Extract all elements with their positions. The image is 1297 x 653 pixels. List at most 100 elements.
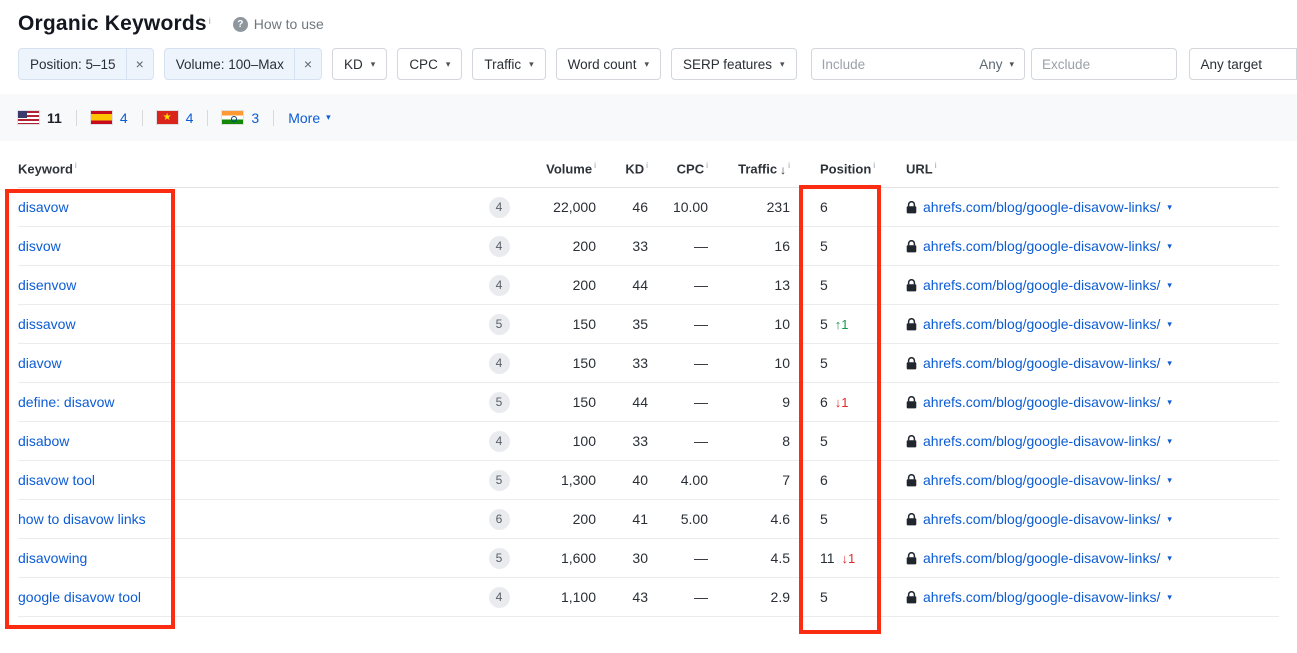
lock-icon [906,200,917,214]
include-input[interactable]: Include Any ▾ [810,48,1026,80]
url-dropdown-caret-icon[interactable]: ▾ [1167,319,1172,330]
column-header-volume-label: Volume [546,161,593,177]
url-link[interactable]: ahrefs.com/blog/google-disavow-links/ [923,316,1160,332]
filter-dropdown-word-count[interactable]: Word count ▾ [555,48,661,80]
column-header-url[interactable]: URL i [902,160,1279,176]
filter-dropdown-kd-label: KD [344,56,363,72]
keyword-link[interactable]: disvow [18,238,61,254]
serp-features-badge: 4 [488,196,510,218]
column-header-position[interactable]: Position i [802,160,902,176]
url-link[interactable]: ahrefs.com/blog/google-disavow-links/ [923,355,1160,371]
filter-chip-volume-close-icon[interactable]: × [293,49,321,79]
keyword-link[interactable]: diavow [18,355,62,371]
traffic-cell: 9 [782,394,790,410]
url-dropdown-caret-icon[interactable]: ▾ [1167,475,1172,486]
chevron-down-icon: ▾ [644,58,649,69]
filter-dropdown-traffic[interactable]: Traffic ▾ [472,48,546,80]
page-title: Organic Keywords i [18,12,211,36]
country-tab-us[interactable]: 11 [18,110,62,126]
keyword-cell: google disavow tool [18,589,468,605]
filter-chip-position-close-icon[interactable]: × [125,49,153,79]
cpc-cell: — [694,238,708,254]
volume-cell: 200 [572,238,596,254]
filter-dropdown-cpc[interactable]: CPC ▾ [397,48,463,80]
url-dropdown-caret-icon[interactable]: ▾ [1167,280,1172,291]
url-cell: ahrefs.com/blog/google-disavow-links/ ▾ [902,355,1279,371]
column-header-traffic[interactable]: Traffic ↓ i [720,160,802,176]
keyword-link[interactable]: disabow [18,433,69,449]
include-mode-select[interactable]: Any ▾ [979,57,1014,72]
target-select[interactable]: Any target [1189,48,1297,80]
serp-features-badge: 4 [488,430,510,452]
serp-features-badge: 4 [488,352,510,374]
include-placeholder: Include [821,56,866,72]
url-dropdown-caret-icon[interactable]: ▾ [1167,514,1172,525]
url-link[interactable]: ahrefs.com/blog/google-disavow-links/ [923,277,1160,293]
country-tab-us-count: 11 [47,109,62,126]
filter-chip-volume[interactable]: Volume: 100–Max × [163,48,323,80]
column-header-keyword[interactable]: Keyword i [18,160,468,176]
keyword-link[interactable]: dissavow [18,316,76,332]
url-link[interactable]: ahrefs.com/blog/google-disavow-links/ [923,199,1160,215]
url-cell: ahrefs.com/blog/google-disavow-links/ ▾ [902,277,1279,293]
url-cell: ahrefs.com/blog/google-disavow-links/ ▾ [902,199,1279,215]
filter-dropdown-kd[interactable]: KD ▾ [332,48,388,80]
url-link[interactable]: ahrefs.com/blog/google-disavow-links/ [923,394,1160,410]
country-tab-vn[interactable]: 4 [156,110,193,126]
url-link[interactable]: ahrefs.com/blog/google-disavow-links/ [923,238,1160,254]
filter-dropdown-serp-features-label: SERP features [682,56,773,72]
url-link[interactable]: ahrefs.com/blog/google-disavow-links/ [923,472,1160,488]
keyword-link[interactable]: how to disavow links [18,511,146,527]
exclude-input[interactable]: Exclude [1031,48,1178,80]
url-link[interactable]: ahrefs.com/blog/google-disavow-links/ [923,433,1160,449]
filter-chip-position-label: Position: 5–15 [30,56,116,72]
url-dropdown-caret-icon[interactable]: ▾ [1167,358,1172,369]
cpc-cell: 10.00 [672,199,708,215]
more-countries-button[interactable]: More ▾ [288,110,330,126]
kd-cell: 43 [632,589,648,605]
keyword-link[interactable]: google disavow tool [18,589,141,605]
url-link[interactable]: ahrefs.com/blog/google-disavow-links/ [923,550,1160,566]
column-header-traffic-label: Traffic [738,161,778,177]
url-dropdown-caret-icon[interactable]: ▾ [1167,553,1172,564]
info-icon: i [74,160,77,171]
url-dropdown-caret-icon[interactable]: ▾ [1167,241,1172,252]
tab-divider [207,109,209,126]
url-link[interactable]: ahrefs.com/blog/google-disavow-links/ [923,511,1160,527]
filter-chip-position[interactable]: Position: 5–15 × [18,48,154,80]
lock-icon [906,356,917,370]
volume-cell: 100 [572,433,596,449]
keyword-cell: dissavow [18,316,468,332]
keyword-link[interactable]: define: disavow [18,394,115,410]
url-dropdown-caret-icon[interactable]: ▾ [1167,397,1172,408]
url-dropdown-caret-icon[interactable]: ▾ [1167,592,1172,603]
url-cell: ahrefs.com/blog/google-disavow-links/ ▾ [902,316,1279,332]
info-icon: i [706,160,708,171]
keyword-link[interactable]: disavow tool [18,472,95,488]
traffic-cell: 7 [782,472,790,488]
filter-dropdown-serp-features[interactable]: SERP features ▾ [670,48,797,80]
url-dropdown-caret-icon[interactable]: ▾ [1167,202,1172,213]
keyword-link[interactable]: disavowing [18,550,87,566]
url-link[interactable]: ahrefs.com/blog/google-disavow-links/ [923,589,1160,605]
country-tab-es[interactable]: 4 [90,110,128,126]
vn-flag-icon [156,111,178,124]
table-row: disavowing 5 1,600 30 — 4.5 11 ↓1 ahrefs… [18,539,1279,578]
traffic-cell: 16 [774,238,790,254]
table-row: google disavow tool 4 1,100 43 — 2.9 5 a… [18,578,1279,617]
lock-icon [906,239,917,253]
column-header-kd[interactable]: KD i [608,160,660,176]
table-row: define: disavow 5 150 44 — 9 6 ↓1 ahrefs… [18,383,1279,422]
serp-cell: 5 [468,391,530,413]
how-to-use-link[interactable]: ? How to use [232,16,324,32]
country-tabs: 11 4 4 3 More ▾ [0,94,1297,141]
cpc-cell: — [694,277,708,293]
keyword-link[interactable]: disavow [18,199,69,215]
column-header-volume[interactable]: Volume i [530,160,608,176]
column-header-cpc[interactable]: CPC i [660,160,720,176]
keyword-link[interactable]: disenvow [18,277,76,293]
country-tab-in[interactable]: 3 [222,110,259,126]
url-dropdown-caret-icon[interactable]: ▾ [1167,436,1172,447]
position-change: ↓1 [834,394,849,410]
position-value: 5 [820,511,828,527]
